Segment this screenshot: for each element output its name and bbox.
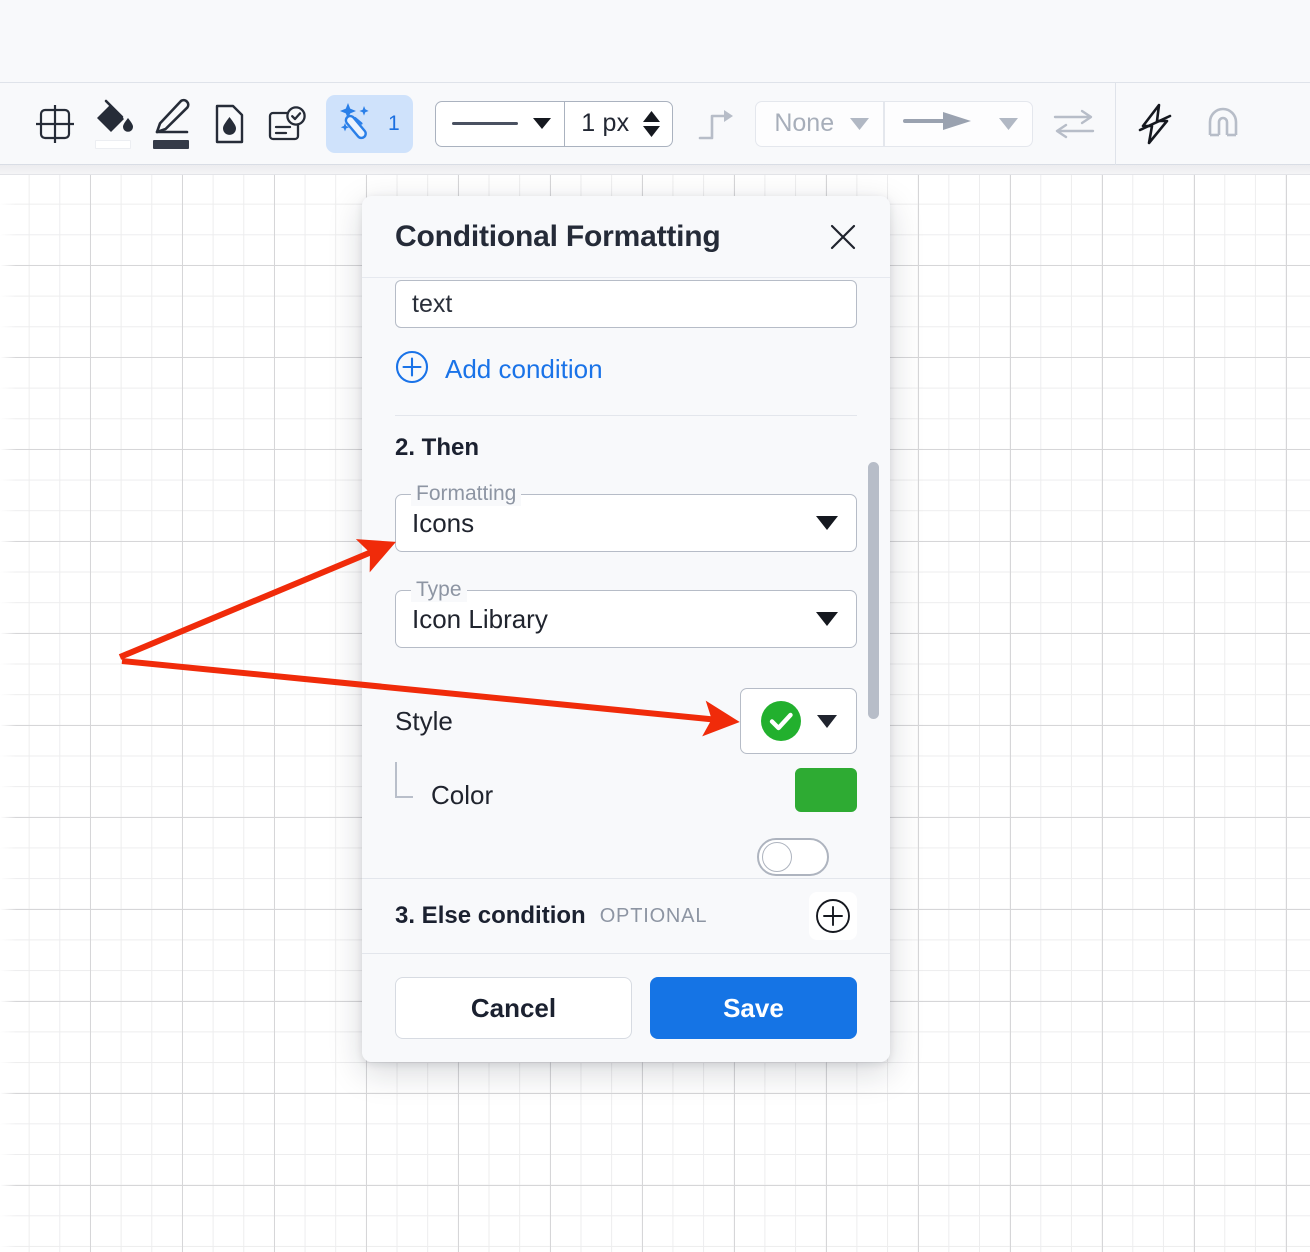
- plus-circle-icon: [816, 899, 850, 933]
- plus-circle-icon: [395, 350, 429, 389]
- condition-text-value: text: [412, 289, 453, 318]
- optional-badge: OPTIONAL: [599, 904, 708, 927]
- save-button[interactable]: Save: [649, 977, 857, 1039]
- type-value: Icon Library: [412, 603, 548, 634]
- dialog-scrollbar-thumb[interactable]: [868, 462, 879, 719]
- app-root: 1 1 px None Conditional Formatting text …: [0, 0, 1310, 1252]
- chevron-down-icon: [643, 125, 661, 137]
- type-legend: Type: [411, 578, 467, 602]
- style-row: Style: [395, 688, 857, 754]
- color-swatch[interactable]: [795, 768, 857, 812]
- pen-icon[interactable]: [142, 93, 200, 155]
- chevron-down-icon: [816, 714, 837, 728]
- partially-visible-toggle[interactable]: [757, 838, 829, 876]
- dialog-footer: Cancel Save: [362, 954, 890, 1062]
- add-condition-label: Add condition: [445, 354, 603, 384]
- line-style-preview: [451, 122, 518, 125]
- style-icon-picker[interactable]: [740, 688, 857, 754]
- add-condition-button[interactable]: Add condition: [395, 350, 603, 389]
- dialog-scroll-body[interactable]: text Add condition 2. Then Formatting Ic…: [362, 278, 890, 878]
- toggle-knob: [762, 842, 792, 872]
- line-width-value: 1 px: [581, 109, 630, 137]
- canvas-left-fade: [0, 175, 16, 1252]
- stepper-arrows[interactable]: [643, 110, 661, 137]
- formatting-value: Icons: [412, 507, 475, 538]
- fill-color-swatch[interactable]: [95, 140, 131, 149]
- arrow-start-dropdown[interactable]: None: [756, 102, 883, 146]
- arrow-endpoints-combo: None: [755, 100, 1033, 147]
- nesting-elbow-icon: [395, 762, 413, 798]
- line-style-width-combo: 1 px: [434, 100, 674, 147]
- style-label: Style: [395, 705, 453, 736]
- toolbar-separator: [1114, 82, 1116, 165]
- chevron-down-icon: [816, 516, 838, 530]
- step-2-heading: 2. Then: [395, 434, 480, 461]
- conditional-formatting-dialog: Conditional Formatting text Add conditio…: [362, 196, 890, 1062]
- section-divider: [395, 415, 857, 416]
- lightning-bolt-icon[interactable]: [1126, 93, 1184, 155]
- magic-wand-icon: [336, 101, 378, 146]
- top-chrome-strip: [0, 0, 1310, 83]
- arrow-end-preview: [902, 110, 973, 137]
- color-row: Color: [395, 762, 857, 830]
- toolbar-tool-group: [26, 83, 316, 165]
- type-select[interactable]: Type Icon Library: [395, 578, 857, 648]
- chevron-down-icon: [850, 117, 870, 130]
- fill-bucket-icon[interactable]: [84, 93, 142, 155]
- arrow-end-dropdown[interactable]: [885, 102, 1032, 146]
- line-color-swatch[interactable]: [153, 140, 189, 149]
- check-circle-icon: [760, 701, 801, 741]
- chevron-up-icon: [643, 110, 661, 122]
- magic-format-button[interactable]: 1: [326, 94, 413, 153]
- cancel-button[interactable]: Cancel: [395, 977, 632, 1039]
- dialog-header: Conditional Formatting: [362, 196, 890, 278]
- line-style-dropdown[interactable]: [436, 102, 564, 146]
- text-style-icon[interactable]: [258, 93, 316, 155]
- canvas-ruler: [0, 165, 1310, 175]
- chevron-down-icon: [816, 612, 838, 626]
- arrow-start-value: None: [774, 109, 835, 137]
- close-icon[interactable]: [826, 220, 860, 254]
- page-title: Conditional Formatting: [395, 219, 721, 253]
- formatting-legend: Formatting: [411, 482, 522, 506]
- swap-arrows-icon[interactable]: [1051, 101, 1097, 147]
- chevron-down-icon: [998, 117, 1018, 130]
- ink-drop-icon[interactable]: [200, 93, 258, 155]
- format-toolbar: 1 1 px None: [0, 82, 1310, 248]
- step-3-else-condition-row: 3. Else condition OPTIONAL: [362, 878, 890, 954]
- step-3-heading: 3. Else condition: [395, 902, 586, 929]
- line-width-stepper[interactable]: 1 px: [565, 102, 672, 146]
- elbow-connector-icon[interactable]: [693, 101, 739, 147]
- add-else-condition-button[interactable]: [809, 892, 857, 940]
- formatting-select[interactable]: Formatting Icons: [395, 482, 857, 552]
- color-label: Color: [431, 780, 494, 810]
- condition-text-input[interactable]: text: [395, 280, 857, 328]
- magic-format-count: 1: [388, 111, 400, 135]
- magnet-icon[interactable]: [1194, 93, 1252, 155]
- chevron-down-icon: [532, 118, 551, 129]
- crosshair-frame-icon[interactable]: [26, 93, 84, 155]
